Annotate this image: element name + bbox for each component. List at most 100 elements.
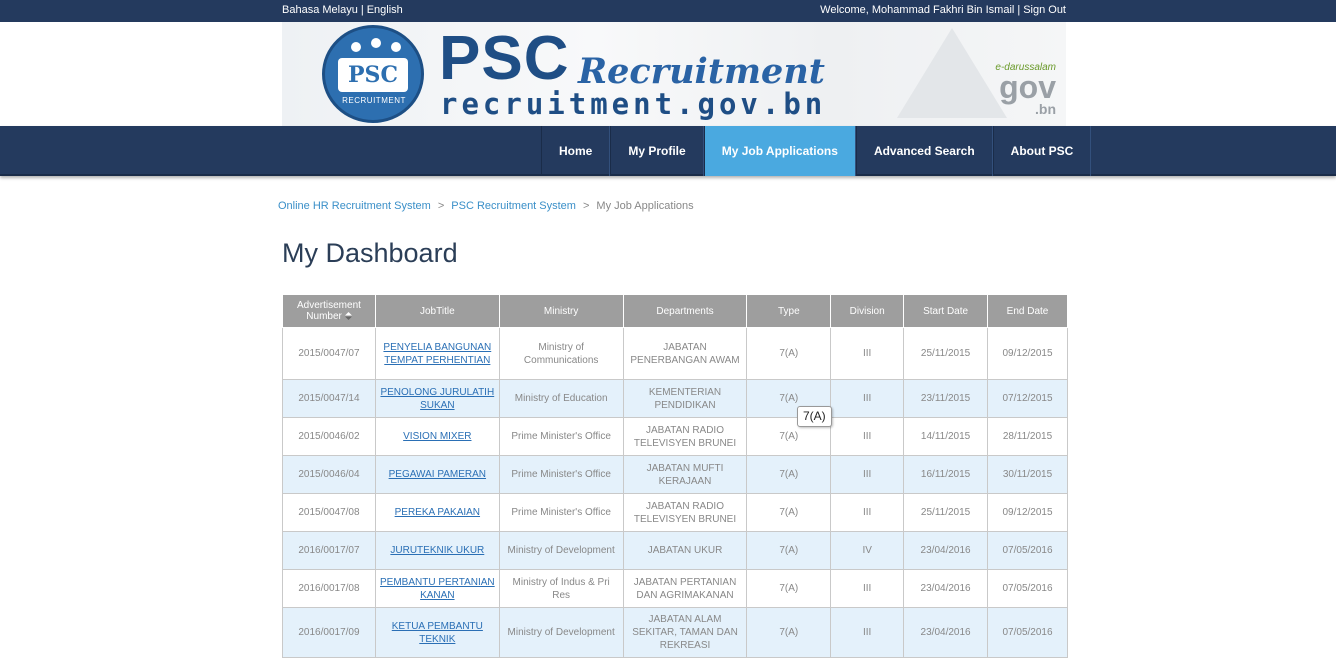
- cell-department: JABATAN ALAM SEKITAR, TAMAN DAN REKREASI: [622, 607, 748, 658]
- psc-logo-subtext: RECRUITMENT: [342, 96, 406, 105]
- breadcrumb: Online HR Recruitment System > PSC Recruit…: [278, 200, 694, 212]
- cell-start-date: 25/11/2015: [903, 493, 989, 532]
- cell-start-date: 25/11/2015: [903, 327, 989, 380]
- cell-ministry: Ministry of Indus & Pri Res: [498, 569, 624, 608]
- cell-division: III: [830, 607, 905, 658]
- cell-type: 7(A): [746, 569, 832, 608]
- cell-ministry: Ministry of Communications: [498, 327, 624, 380]
- table-row: 2016/0017/07 JURUTEKNIK UKUR Ministry of…: [282, 531, 1068, 570]
- cell-type: 7(A): [746, 531, 832, 570]
- table-header-row: Advertisement Number JobTitle Ministry D…: [282, 294, 1068, 328]
- cell-ministry: Ministry of Development: [498, 607, 624, 658]
- cell-division: III: [830, 379, 905, 418]
- cell-advert-number: 2016/0017/07: [282, 531, 376, 570]
- cell-start-date: 23/11/2015: [903, 379, 989, 418]
- cell-start-date: 23/04/2016: [903, 531, 989, 570]
- table-row: 2015/0047/08 PEREKA PAKAIAN Prime Minist…: [282, 493, 1068, 532]
- cell-type: 7(A): [746, 607, 832, 658]
- nav-my-job-applications[interactable]: My Job Applications: [703, 126, 856, 176]
- column-header-type: Type: [746, 294, 832, 328]
- cell-division: III: [830, 493, 905, 532]
- column-header-ministry: Ministry: [498, 294, 624, 328]
- nav-about-psc[interactable]: About PSC: [992, 126, 1092, 176]
- cell-start-date: 14/11/2015: [903, 417, 989, 456]
- cell-advert-number: 2015/0047/07: [282, 327, 376, 380]
- cell-ministry: Prime Minister's Office: [498, 417, 624, 456]
- cell-end-date: 07/05/2016: [987, 607, 1068, 658]
- column-header-division: Division: [830, 294, 905, 328]
- cell-end-date: 09/12/2015: [987, 327, 1068, 380]
- lang-malay-link[interactable]: Bahasa Melayu: [282, 4, 358, 16]
- cell-department: JABATAN PENERBANGAN AWAM: [622, 327, 748, 380]
- sort-icon[interactable]: [344, 312, 352, 321]
- cell-department: JABATAN RADIO TELEVISYEN BRUNEI: [622, 417, 748, 456]
- nav-my-profile[interactable]: My Profile: [610, 126, 704, 176]
- cell-start-date: 23/04/2016: [903, 569, 989, 608]
- cell-end-date: 07/05/2016: [987, 569, 1068, 608]
- cell-division: III: [830, 327, 905, 380]
- page-title: My Dashboard: [282, 238, 458, 268]
- cell-division: IV: [830, 531, 905, 570]
- cell-end-date: 30/11/2015: [987, 455, 1068, 494]
- nav-home[interactable]: Home: [541, 126, 611, 176]
- job-title-link[interactable]: PEGAWAI PAMERAN: [389, 469, 486, 480]
- cell-department: JABATAN PERTANIAN DAN AGRIMAKANAN: [622, 569, 748, 608]
- cell-advert-number: 2015/0047/08: [282, 493, 376, 532]
- table-row: 2016/0017/08 PEMBANTU PERTANIAN KANAN Mi…: [282, 569, 1068, 608]
- cell-advert-number: 2015/0046/04: [282, 455, 376, 494]
- column-header-jobtitle: JobTitle: [374, 294, 500, 328]
- cell-start-date: 23/04/2016: [903, 607, 989, 658]
- banner-art: PSC RECRUITMENT PSC Recruitment recruitm…: [282, 22, 1066, 126]
- main-nav: Home My Profile My Job Applications Adva…: [0, 126, 1336, 176]
- cell-ministry: Ministry of Education: [498, 379, 624, 418]
- cell-end-date: 07/12/2015: [987, 379, 1068, 418]
- cell-advert-number: 2016/0017/08: [282, 569, 376, 608]
- top-utility-bar: Bahasa Melayu | English Welcome, Mohammad …: [0, 0, 1336, 22]
- cell-end-date: 28/11/2015: [987, 417, 1068, 456]
- job-title-link[interactable]: PEMBANTU PERTANIAN KANAN: [380, 577, 495, 601]
- type-tooltip: 7(A): [797, 406, 832, 427]
- egov-logo[interactable]: e-darussalam gov .bn: [995, 62, 1056, 117]
- banner-url: recruitment.gov.bn: [440, 87, 827, 121]
- table-row: 2016/0017/09 KETUA PEMBANTU TEKNIK Minis…: [282, 607, 1068, 658]
- job-title-link[interactable]: VISION MIXER: [403, 431, 471, 442]
- table-row: 2015/0046/02 VISION MIXER Prime Minister…: [282, 417, 1068, 456]
- cell-department: JABATAN RADIO TELEVISYEN BRUNEI: [622, 493, 748, 532]
- lang-english-link[interactable]: English: [367, 4, 403, 16]
- cell-advert-number: 2016/0017/09: [282, 607, 376, 658]
- cell-type: 7(A): [746, 455, 832, 494]
- cell-end-date: 07/05/2016: [987, 531, 1068, 570]
- psc-logo[interactable]: PSC RECRUITMENT: [322, 25, 424, 123]
- job-title-link[interactable]: JURUTEKNIK UKUR: [390, 545, 484, 556]
- cell-division: III: [830, 569, 905, 608]
- cell-type: 7(A): [746, 327, 832, 380]
- welcome-text: Welcome, Mohammad Fakhri Bin Ismail: [820, 4, 1015, 16]
- job-title-link[interactable]: PENOLONG JURULATIH SUKAN: [380, 387, 494, 411]
- language-switcher: Bahasa Melayu | English: [282, 4, 403, 16]
- cell-type: 7(A): [746, 493, 832, 532]
- job-title-link[interactable]: KETUA PEMBANTU TEKNIK: [392, 621, 483, 645]
- nav-advanced-search[interactable]: Advanced Search: [855, 126, 993, 176]
- breadcrumb-current: My Job Applications: [596, 200, 694, 212]
- psc-logo-text: PSC: [338, 58, 408, 92]
- cell-department: JABATAN MUFTI KERAJAAN: [622, 455, 748, 494]
- job-title-link[interactable]: PEREKA PAKAIAN: [395, 507, 480, 518]
- breadcrumb-hr-system[interactable]: Online HR Recruitment System: [278, 200, 431, 212]
- cell-advert-number: 2015/0047/14: [282, 379, 376, 418]
- table-row: 2015/0047/14 PENOLONG JURULATIH SUKAN Mi…: [282, 379, 1068, 418]
- cell-ministry: Ministry of Development: [498, 531, 624, 570]
- table-row: 2015/0047/07 PENYELIA BANGUNAN TEMPAT PE…: [282, 327, 1068, 380]
- table-row: 2015/0046/04 PEGAWAI PAMERAN Prime Minis…: [282, 455, 1068, 494]
- cell-advert-number: 2015/0046/02: [282, 417, 376, 456]
- column-header-advertisement-number[interactable]: Advertisement Number: [282, 294, 376, 328]
- cell-start-date: 16/11/2015: [903, 455, 989, 494]
- cell-ministry: Prime Minister's Office: [498, 493, 624, 532]
- sign-out-link[interactable]: Sign Out: [1023, 4, 1066, 16]
- cell-division: III: [830, 417, 905, 456]
- job-title-link[interactable]: PENYELIA BANGUNAN TEMPAT PERHENTIAN: [383, 342, 491, 366]
- cell-department: KEMENTERIAN PENDIDIKAN: [622, 379, 748, 418]
- breadcrumb-psc-system[interactable]: PSC Recruitment System: [451, 200, 576, 212]
- cell-end-date: 09/12/2015: [987, 493, 1068, 532]
- site-banner: PSC RECRUITMENT PSC Recruitment recruitm…: [0, 22, 1336, 126]
- cell-department: JABATAN UKUR: [622, 531, 748, 570]
